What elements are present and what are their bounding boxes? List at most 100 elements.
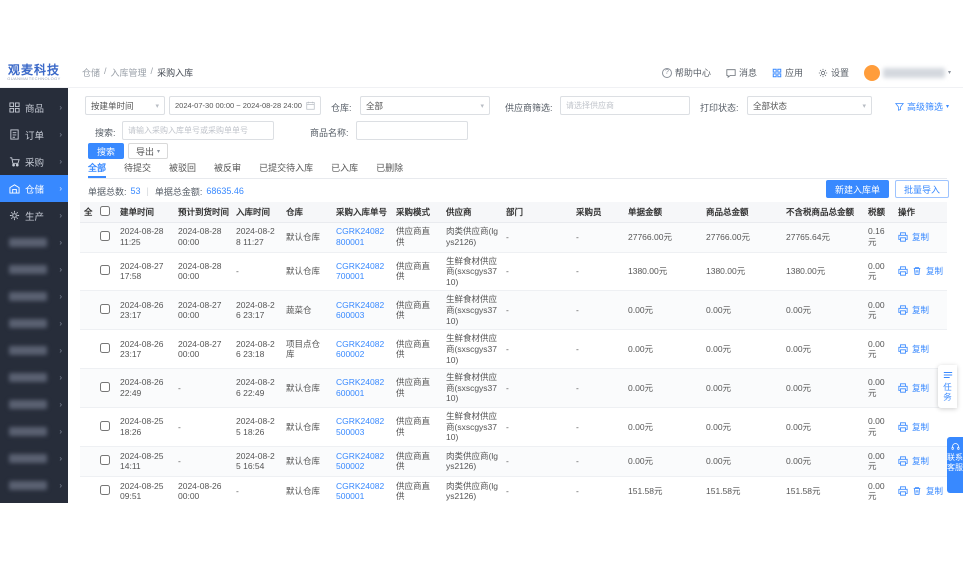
print-icon[interactable] xyxy=(898,305,908,315)
copy-link[interactable]: 复制 xyxy=(912,422,929,433)
sidebar-item-blurred[interactable]: › xyxy=(0,445,68,472)
sidebar-item-blurred[interactable]: › xyxy=(0,337,68,364)
warehouse-select[interactable]: 全部 ▾ xyxy=(360,96,490,115)
select-all-checkbox[interactable] xyxy=(100,206,110,216)
topbar: 观麦科技 GUANMAITECHNOLOGY 仓储 / 入库管理 / 采购入库 … xyxy=(0,58,963,88)
row-checkbox[interactable] xyxy=(100,485,110,495)
row-checkbox[interactable] xyxy=(100,421,110,431)
cell-goods-total-no-tax: 0.00元 xyxy=(782,330,864,369)
row-checkbox[interactable] xyxy=(100,304,110,314)
order-no-link[interactable]: CGRK24082600003 xyxy=(336,300,384,321)
tab-被驳回[interactable]: 被驳回 xyxy=(169,161,196,178)
help-center-menu[interactable]: ? 帮助中心 xyxy=(662,66,711,79)
print-icon[interactable] xyxy=(898,456,908,466)
sidebar-item-blurred[interactable]: › xyxy=(0,391,68,418)
messages-menu[interactable]: 消息 xyxy=(726,66,757,79)
cell-purchase-mode: 供应商直供 xyxy=(392,291,442,330)
tab-已删除[interactable]: 已删除 xyxy=(376,161,403,178)
batch-import-button[interactable]: 批量导入 xyxy=(895,180,949,198)
breadcrumb-sub[interactable]: 入库管理 xyxy=(111,66,147,79)
sidebar-item-purchase[interactable]: 采购› xyxy=(0,148,68,175)
copy-link[interactable]: 复制 xyxy=(912,305,929,316)
tab-已入库[interactable]: 已入库 xyxy=(331,161,358,178)
sidebar-item-blurred[interactable]: › xyxy=(0,418,68,445)
product-name-input[interactable] xyxy=(356,121,468,140)
apps-menu[interactable]: 应用 xyxy=(772,66,803,79)
delete-icon[interactable] xyxy=(912,486,922,496)
delete-icon[interactable] xyxy=(912,266,922,276)
tab-全部[interactable]: 全部 xyxy=(88,161,106,178)
cell-supplier: 肉类供应商(lgys2126) xyxy=(442,222,502,252)
chevron-right-icon: › xyxy=(59,184,62,193)
chevron-right-icon: › xyxy=(59,292,62,301)
sidebar-item-blurred[interactable]: › xyxy=(0,310,68,337)
copy-link[interactable]: 复制 xyxy=(912,232,929,243)
warehouse-icon xyxy=(9,183,20,194)
print-icon[interactable] xyxy=(898,486,908,496)
order-no-link[interactable]: CGRK24082600002 xyxy=(336,339,384,360)
search-input[interactable] xyxy=(122,121,274,140)
cell-goods-total-no-tax: 1380.00元 xyxy=(782,252,864,291)
cell-supplier: 肉类供应商(lgys2126) xyxy=(442,446,502,476)
print-icon[interactable] xyxy=(898,266,908,276)
tab-被反审[interactable]: 被反审 xyxy=(214,161,241,178)
tab-已提交待入库[interactable]: 已提交待入库 xyxy=(259,161,313,178)
chevron-right-icon: › xyxy=(59,454,62,463)
sidebar-item-blurred[interactable]: › xyxy=(0,256,68,283)
row-checkbox[interactable] xyxy=(100,343,110,353)
order-no-link[interactable]: CGRK24082500003 xyxy=(336,416,384,437)
sidebar-item-blurred[interactable]: › xyxy=(0,364,68,391)
row-indent-cell xyxy=(80,476,96,503)
sidebar-item-goods[interactable]: 商品› xyxy=(0,94,68,121)
copy-link[interactable]: 复制 xyxy=(926,486,943,497)
search-button[interactable]: 搜索 xyxy=(88,143,124,159)
sidebar-item-blurred[interactable]: › xyxy=(0,283,68,310)
settings-menu[interactable]: 设置 xyxy=(818,66,849,79)
cell-department: - xyxy=(502,252,572,291)
create-inbound-button[interactable]: 新建入库单 xyxy=(826,180,889,198)
copy-link[interactable]: 复制 xyxy=(926,266,943,277)
row-checkbox[interactable] xyxy=(100,231,110,241)
cell-department: - xyxy=(502,330,572,369)
order-no-link[interactable]: CGRK24082500002 xyxy=(336,451,384,472)
print-icon[interactable] xyxy=(898,344,908,354)
customer-service-button[interactable]: 联系客服 xyxy=(947,437,963,493)
print-icon[interactable] xyxy=(898,383,908,393)
copy-link[interactable]: 复制 xyxy=(912,456,929,467)
copy-link[interactable]: 复制 xyxy=(912,344,929,355)
row-checkbox[interactable] xyxy=(100,265,110,275)
sidebar-item-production[interactable]: 生产› xyxy=(0,202,68,229)
row-checkbox[interactable] xyxy=(100,455,110,465)
row-checkbox[interactable] xyxy=(100,382,110,392)
sidebar-item-warehouse[interactable]: 仓储› xyxy=(0,175,68,202)
print-status-select[interactable]: 全部状态 ▾ xyxy=(747,96,872,115)
chevron-down-icon: ▾ xyxy=(151,102,159,110)
chevron-right-icon: › xyxy=(59,400,62,409)
order-no-link[interactable]: CGRK24082800001 xyxy=(336,226,384,247)
copy-link[interactable]: 复制 xyxy=(912,383,929,394)
user-menu[interactable]: ▾ xyxy=(864,65,951,81)
tasks-float-button[interactable]: 任务 xyxy=(938,365,957,408)
cell-operations: 复制 xyxy=(894,222,947,252)
tab-待提交[interactable]: 待提交 xyxy=(124,161,151,178)
order-no-link[interactable]: CGRK24082600001 xyxy=(336,377,384,398)
print-icon[interactable] xyxy=(898,422,908,432)
cell-doc-amount: 0.00元 xyxy=(624,408,702,447)
headset-icon xyxy=(951,442,960,451)
order-no-link[interactable]: CGRK24082700001 xyxy=(336,261,384,282)
supplier-filter-input[interactable] xyxy=(560,96,690,115)
row-select-cell xyxy=(96,222,116,252)
export-button[interactable]: 导出 ▾ xyxy=(128,143,168,159)
advanced-filter-link[interactable]: 高级筛选 ▾ xyxy=(895,100,949,113)
date-range-input[interactable]: 2024-07-30 00:00 ~ 2024-08-28 24:00 xyxy=(169,96,321,115)
breadcrumb-section[interactable]: 仓储 xyxy=(82,66,100,79)
order-no-link[interactable]: CGRK24082500001 xyxy=(336,481,384,502)
cell-department: - xyxy=(502,408,572,447)
print-icon[interactable] xyxy=(898,232,908,242)
cell-created-time: 2024-08-28 11:25 xyxy=(116,222,174,252)
sidebar-item-orders[interactable]: 订单› xyxy=(0,121,68,148)
sidebar-item-blurred[interactable]: › xyxy=(0,472,68,499)
time-type-select[interactable]: 按建单时间 ▾ xyxy=(85,96,165,115)
sidebar-item-blurred[interactable]: › xyxy=(0,229,68,256)
cell-buyer: - xyxy=(572,330,624,369)
